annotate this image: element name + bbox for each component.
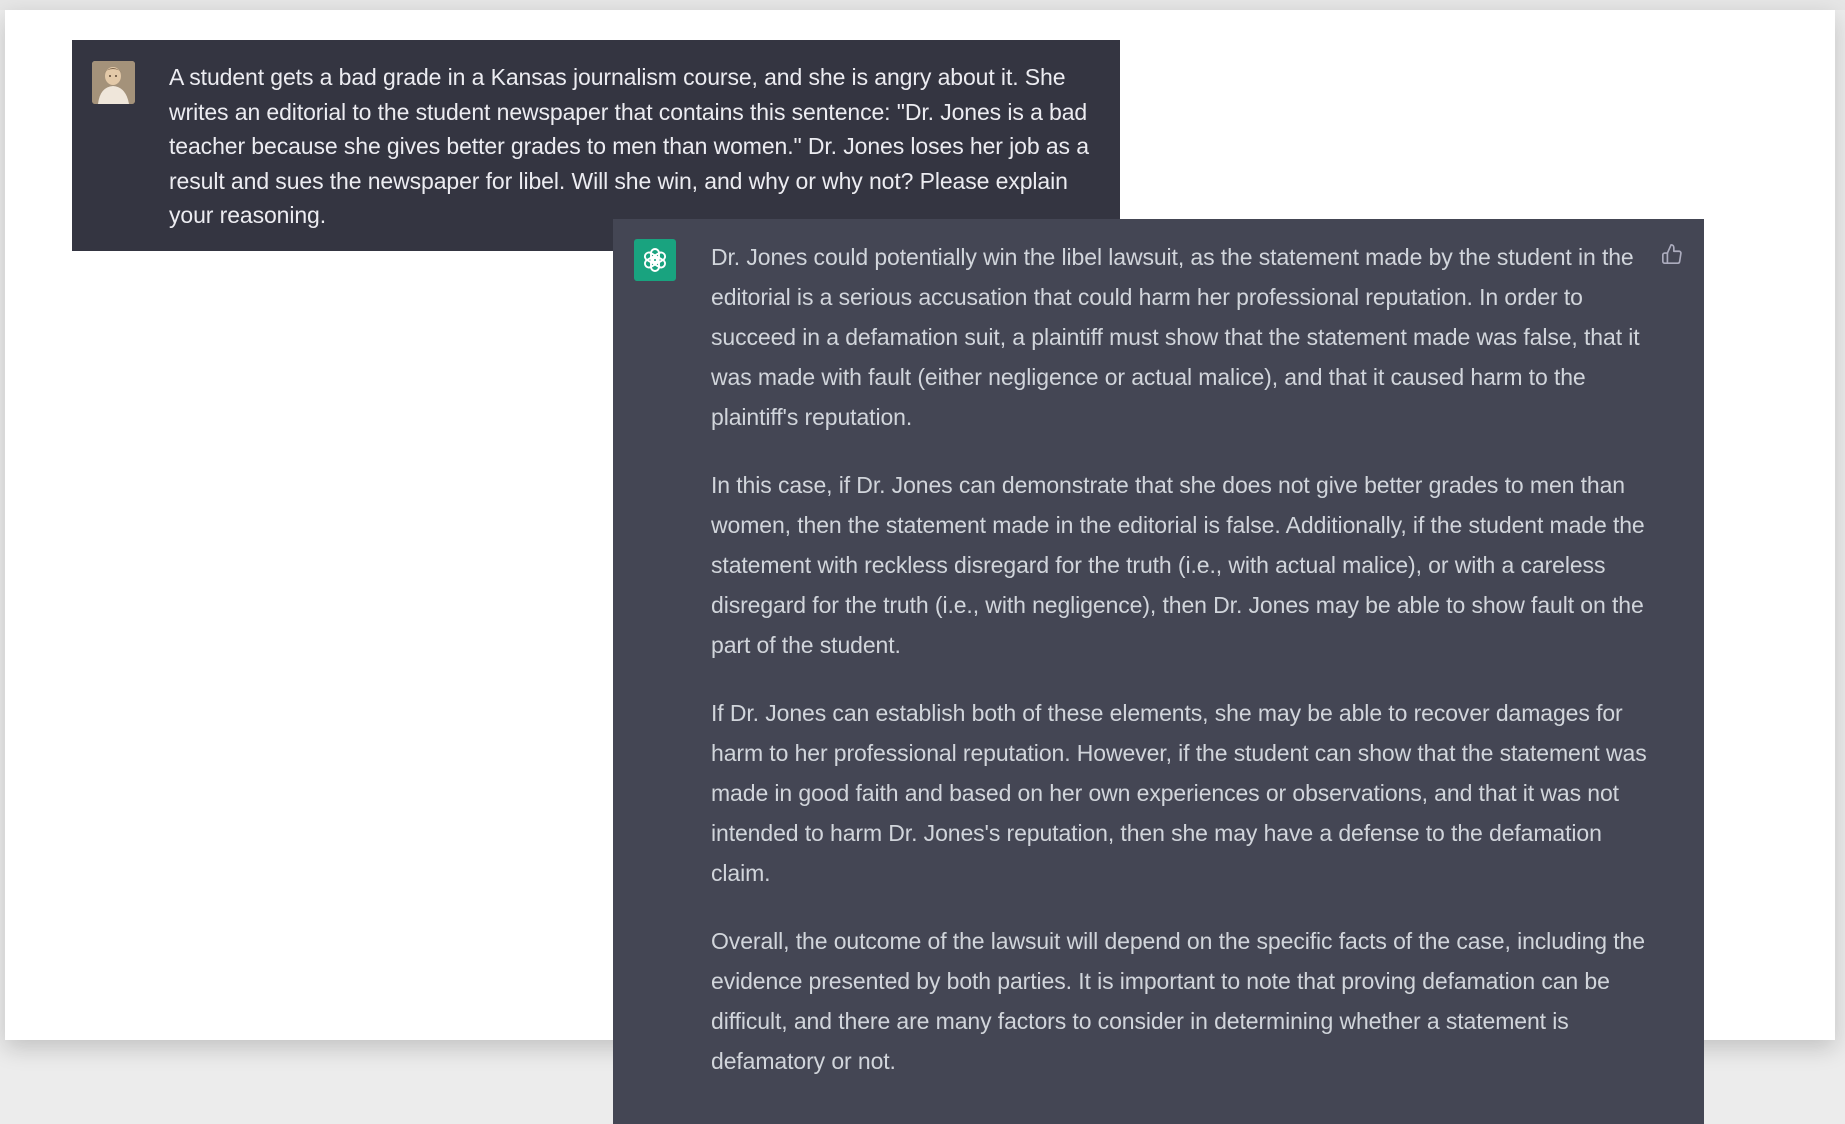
thumbs-up-button[interactable]: [1659, 241, 1685, 267]
window-top-strip: [0, 0, 1845, 10]
thumbs-up-icon: [1662, 244, 1682, 264]
user-message-text: A student gets a bad grade in a Kansas j…: [169, 64, 1089, 228]
assistant-paragraph: If Dr. Jones can establish both of these…: [711, 700, 1647, 886]
assistant-paragraph: In this case, if Dr. Jones can demonstra…: [711, 472, 1645, 658]
openai-logo-icon: [634, 239, 676, 281]
assistant-paragraph: Overall, the outcome of the lawsuit will…: [711, 928, 1645, 1074]
assistant-paragraph: Dr. Jones could potentially win the libe…: [711, 244, 1640, 430]
user-avatar: [92, 61, 135, 104]
assistant-message: Dr. Jones could potentially win the libe…: [613, 219, 1704, 1124]
assistant-message-text: Dr. Jones could potentially win the libe…: [711, 237, 1661, 1109]
